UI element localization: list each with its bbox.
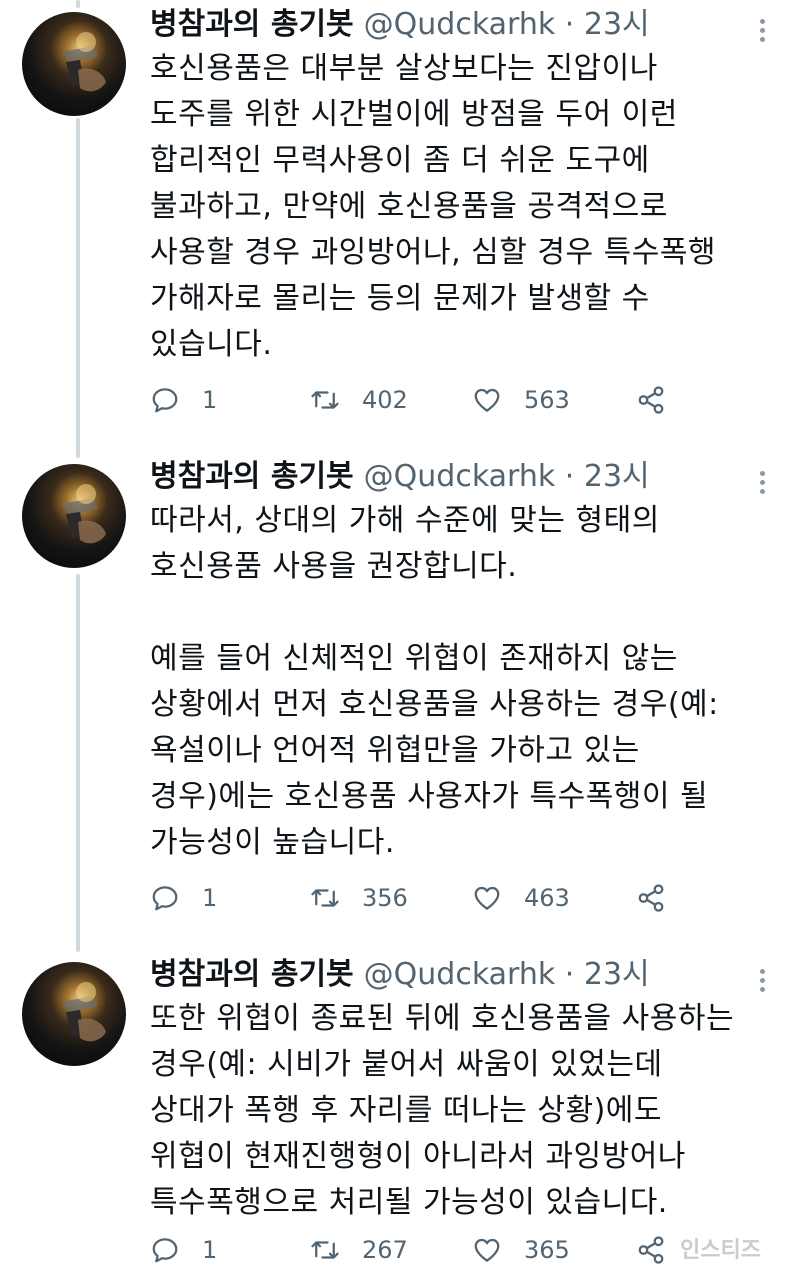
like-count: 563: [524, 386, 570, 414]
like-button[interactable]: 463: [472, 878, 570, 918]
action-bar: 1 267 365: [150, 1230, 680, 1270]
text-line: 예를 들어 신체적인 위협이 존재하지 않는: [150, 641, 678, 676]
retweet-count: 356: [362, 884, 408, 912]
watermark: 인스티즈: [680, 1238, 761, 1263]
like-count: 463: [524, 884, 570, 912]
retweet-button[interactable]: 356: [310, 878, 408, 918]
text-line: 도주를 위한 시간벌이에 방점을 두어 이런: [150, 97, 678, 132]
text-line: 위협이 현재진행형이 아니라서 과잉방어나: [150, 1139, 686, 1174]
heart-icon: [474, 886, 500, 910]
author-handle[interactable]: @Qudckarhk · 23시: [364, 452, 650, 502]
like-button[interactable]: 365: [472, 1230, 570, 1270]
like-button[interactable]: 563: [472, 380, 570, 420]
text-line: 따라서, 상대의 가해 수준에 맞는 형태의: [150, 503, 660, 538]
tweet-header: 병참과의 총기봇 @Qudckarhk · 23시: [150, 0, 650, 50]
retweet-count: 402: [362, 386, 408, 414]
avatar[interactable]: [22, 12, 126, 116]
retweet-button[interactable]: 402: [310, 380, 408, 420]
heart-icon: [474, 1238, 500, 1262]
reply-button[interactable]: 1: [150, 380, 217, 420]
more-icon[interactable]: [752, 468, 772, 502]
text-line: [150, 590, 790, 636]
tweet[interactable]: 병참과의 총기봇 @Qudckarhk · 23시 호신용품은 대부분 살상보다…: [0, 7, 800, 432]
retweet-icon: [311, 889, 339, 907]
action-bar: 1 402 563: [150, 380, 680, 420]
reply-icon: [152, 388, 178, 413]
text-line: 경우)에는 호신용품 사용자가 특수폭행이 될: [150, 779, 709, 814]
more-icon[interactable]: [752, 16, 772, 50]
share-icon: [638, 1236, 664, 1264]
share-button[interactable]: [636, 878, 666, 918]
text-line: 가능성이 높습니다.: [150, 825, 395, 860]
text-line: 사용할 경우 과잉방어나, 심할 경우 특수폭행: [150, 235, 717, 270]
author-handle[interactable]: @Qudckarhk · 23시: [364, 950, 650, 1000]
avatar[interactable]: [22, 464, 126, 568]
reply-count: 1: [202, 386, 218, 414]
share-button[interactable]: [636, 380, 666, 420]
author-name[interactable]: 병참과의 총기봇: [150, 452, 354, 502]
author-name[interactable]: 병참과의 총기봇: [150, 950, 354, 1000]
text-line: 호신용품은 대부분 살상보다는 진압이나: [150, 51, 658, 86]
reply-button[interactable]: 1: [150, 1230, 217, 1270]
text-line: 경우(예: 시비가 붙어서 싸움이 있었는데: [150, 1047, 663, 1082]
text-line: 상대가 폭행 후 자리를 떠나는 상황)에도: [150, 1093, 662, 1128]
reply-icon: [152, 886, 178, 911]
tweet[interactable]: 병참과의 총기봇 @Qudckarhk · 23시 따라서, 상대의 가해 수준…: [0, 459, 800, 924]
like-count: 365: [524, 1236, 570, 1264]
text-line: 욕설이나 언어적 위협만을 가하고 있는: [150, 733, 640, 768]
text-line: 있습니다.: [150, 327, 273, 362]
tweet-text: 또한 위협이 종료된 뒤에 호신용품을 사용하는 경우(예: 시비가 붙어서 싸…: [150, 996, 790, 1226]
text-line: 호신용품 사용을 권장합니다.: [150, 549, 518, 584]
reply-button[interactable]: 1: [150, 878, 217, 918]
heart-icon: [474, 388, 500, 412]
author-name[interactable]: 병참과의 총기봇: [150, 0, 354, 50]
avatar[interactable]: [22, 962, 126, 1066]
reply-count: 1: [202, 884, 218, 912]
author-handle[interactable]: @Qudckarhk · 23시: [364, 0, 650, 50]
share-button[interactable]: [636, 1230, 666, 1270]
tweet-header: 병참과의 총기봇 @Qudckarhk · 23시: [150, 452, 650, 502]
reply-icon: [152, 1238, 178, 1263]
retweet-button[interactable]: 267: [310, 1230, 408, 1270]
text-line: 또한 위협이 종료된 뒤에 호신용품을 사용하는: [150, 1001, 735, 1036]
action-bar: 1 356 463: [150, 878, 680, 918]
text-line: 특수폭행으로 처리될 가능성이 있습니다.: [150, 1185, 668, 1220]
text-line: 불과하고, 만약에 호신용품을 공격적으로: [150, 189, 668, 224]
share-icon: [638, 386, 664, 414]
text-line: 합리적인 무력사용이 좀 더 쉬운 도구에: [150, 143, 650, 178]
more-icon[interactable]: [752, 966, 772, 1000]
retweet-icon: [311, 391, 339, 409]
retweet-icon: [311, 1241, 339, 1259]
text-line: 가해자로 몰리는 등의 문제가 발생할 수: [150, 281, 650, 316]
tweet-text: 호신용품은 대부분 살상보다는 진압이나 도주를 위한 시간벌이에 방점을 두어…: [150, 46, 790, 368]
retweet-count: 267: [362, 1236, 408, 1264]
reply-count: 1: [202, 1236, 218, 1264]
thread-line-1: [76, 0, 80, 8]
text-line: 상황에서 먼저 호신용품을 사용하는 경우(예:: [150, 687, 719, 722]
share-icon: [638, 884, 664, 912]
tweet-text: 따라서, 상대의 가해 수준에 맞는 형태의 호신용품 사용을 권장합니다. 예…: [150, 498, 790, 866]
tweet-header: 병참과의 총기봇 @Qudckarhk · 23시: [150, 950, 650, 1000]
